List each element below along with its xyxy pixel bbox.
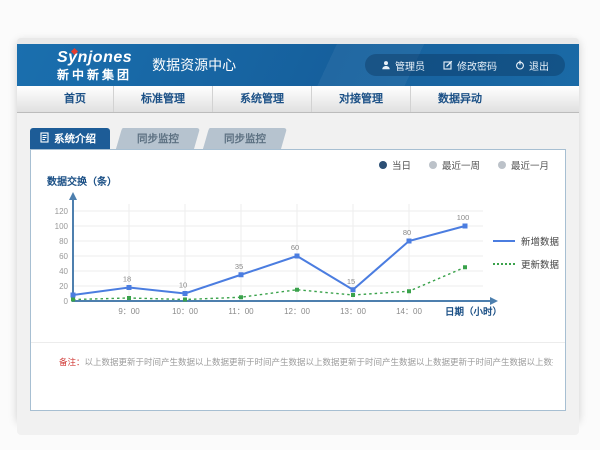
footnote: 备注：以上数据更新于时间产生数据以上数据更新于时间产生数据以上数据更新于时间产生… — [59, 356, 553, 368]
app-header: Synjones 新中新集团 数据资源中心 管理员 修改密码 退出 — [17, 44, 579, 86]
svg-text:100: 100 — [55, 222, 69, 231]
period-radio-label: 最近一月 — [511, 158, 549, 172]
svg-text:60: 60 — [59, 252, 68, 261]
chart-panel: 当日 最近一周 最近一月 数据交换（条） 0 20 40 60 80 100 120 9：00 10… — [30, 149, 566, 411]
user-menu-item[interactable]: 退出 — [515, 58, 549, 73]
logo-wordmark: Synjones — [57, 50, 132, 66]
tab[interactable]: 同步监控 — [201, 128, 287, 149]
period-radio[interactable]: 当日 — [379, 158, 411, 172]
svg-text:80: 80 — [59, 237, 68, 246]
svg-text:11：00: 11：00 — [228, 307, 254, 316]
edit-icon — [443, 60, 453, 70]
legend-label: 新增数据 — [521, 234, 559, 248]
line-chart: 0 20 40 60 80 100 120 9：00 10：00 11：00 12：00 13：00 1… — [43, 190, 503, 330]
user-menu-label: 管理员 — [395, 58, 425, 73]
period-radio-label: 最近一周 — [442, 158, 480, 172]
tab[interactable]: 同步监控 — [114, 128, 200, 149]
tab-bar: 系统介绍 同步监控 同步监控 — [30, 128, 579, 149]
document-icon — [40, 132, 49, 146]
period-radio[interactable]: 最近一周 — [429, 158, 480, 172]
svg-text:35: 35 — [235, 262, 243, 271]
nav-item[interactable]: 系统管理 — [212, 86, 311, 112]
chart-legend: 新增数据更新数据 — [493, 234, 559, 280]
period-radio[interactable]: 最近一月 — [498, 158, 549, 172]
footnote-text: 以上数据更新于时间产生数据以上数据更新于时间产生数据以上数据更新于时间产生数据以… — [85, 357, 553, 367]
svg-text:15: 15 — [347, 277, 355, 286]
tab-label: 系统介绍 — [54, 131, 96, 146]
logo: Synjones 新中新集团 — [57, 50, 132, 81]
radio-icon — [429, 161, 437, 169]
svg-text:80: 80 — [403, 228, 411, 237]
nav-item[interactable]: 对接管理 — [311, 86, 410, 112]
user-menu-item[interactable]: 管理员 — [381, 58, 425, 73]
svg-text:13：00: 13：00 — [340, 307, 366, 316]
svg-text:60: 60 — [291, 243, 299, 252]
period-radio-label: 当日 — [392, 158, 411, 172]
user-menu-label: 修改密码 — [457, 58, 497, 73]
legend-line-sample — [493, 263, 515, 265]
legend-item[interactable]: 更新数据 — [493, 257, 559, 271]
footnote-label: 备注 — [59, 357, 76, 367]
svg-text:40: 40 — [59, 267, 68, 276]
legend-item[interactable]: 新增数据 — [493, 234, 559, 248]
svg-text:18: 18 — [123, 275, 131, 284]
svg-text:20: 20 — [59, 282, 68, 291]
user-menu: 管理员 修改密码 退出 — [365, 54, 565, 76]
content-area: 系统介绍 同步监控 同步监控 当日 最近一周 最近一月 数据交换（条） 0 20 40 60 8… — [17, 128, 579, 435]
app-window: Synjones 新中新集团 数据资源中心 管理员修改密码退出 首页标准管理系统… — [17, 38, 579, 420]
legend-line-sample — [493, 240, 515, 242]
user-menu-item[interactable]: 修改密码 — [443, 58, 497, 73]
svg-text:日期（小时）: 日期（小时） — [445, 306, 502, 318]
y-axis-title: 数据交换（条） — [47, 173, 117, 188]
svg-text:12：00: 12：00 — [284, 307, 310, 316]
svg-text:100: 100 — [457, 213, 470, 222]
svg-text:0: 0 — [64, 297, 69, 306]
panel-divider — [31, 342, 565, 343]
radio-icon — [498, 161, 506, 169]
nav-item[interactable]: 标准管理 — [113, 86, 212, 112]
footnote-separator: ： — [76, 357, 85, 367]
period-filter: 当日 最近一周 最近一月 — [379, 158, 549, 172]
user-icon — [381, 60, 391, 70]
tab-label: 同步监控 — [137, 131, 179, 146]
legend-label: 更新数据 — [521, 257, 559, 271]
page-title: 数据资源中心 — [152, 55, 236, 75]
svg-text:10：00: 10：00 — [172, 307, 198, 316]
nav-item[interactable]: 首页 — [37, 86, 113, 112]
user-menu-label: 退出 — [529, 58, 549, 73]
tab-label: 同步监控 — [224, 131, 266, 146]
logo-text: Synjones — [57, 49, 132, 66]
radio-icon — [379, 161, 387, 169]
main-nav: 首页标准管理系统管理对接管理数据异动 — [17, 86, 579, 113]
tab-active[interactable]: 系统介绍 — [30, 128, 110, 149]
svg-text:120: 120 — [55, 207, 69, 216]
svg-text:10: 10 — [179, 281, 187, 290]
svg-text:14：00: 14：00 — [396, 307, 422, 316]
svg-text:9：00: 9：00 — [118, 307, 140, 316]
logout-icon — [515, 60, 525, 70]
nav-item[interactable]: 数据异动 — [410, 86, 509, 112]
logo-subtitle: 新中新集团 — [57, 69, 132, 81]
